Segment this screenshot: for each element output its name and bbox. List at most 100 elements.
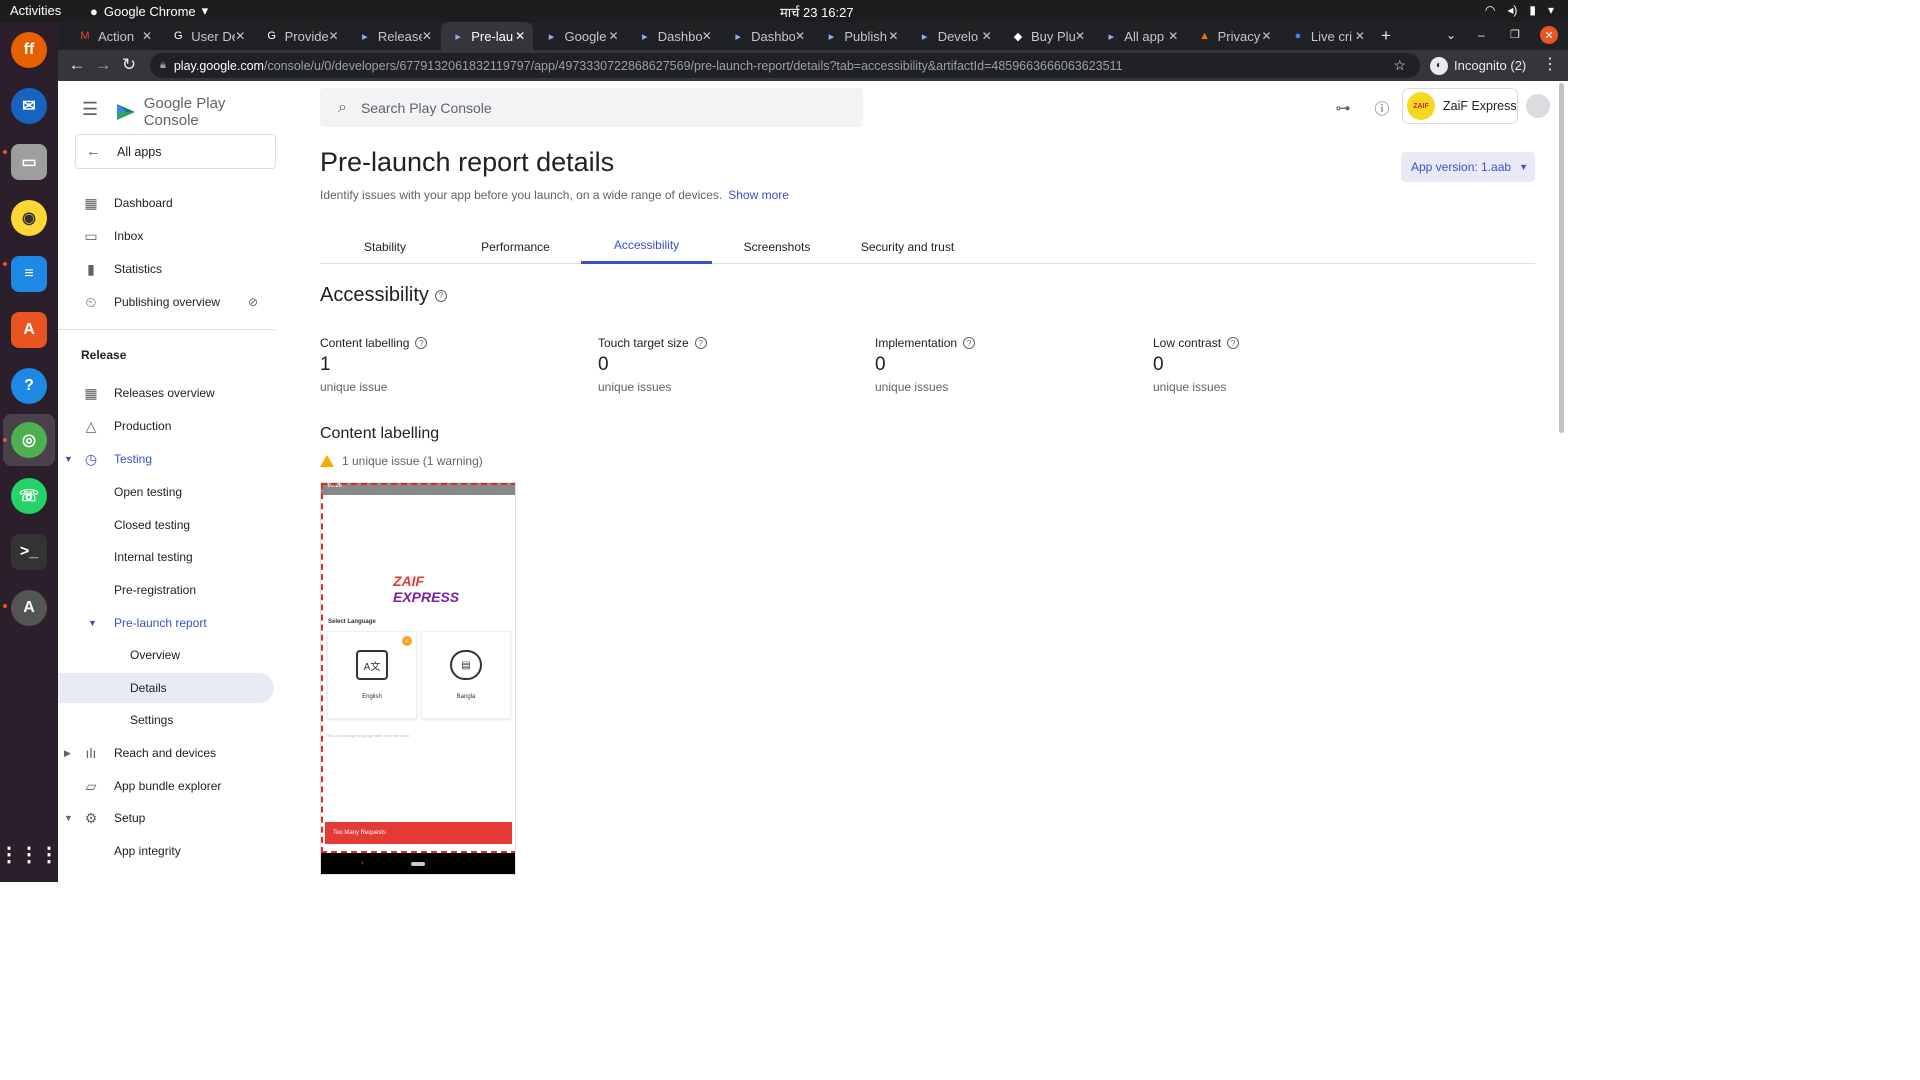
chrome-menu-icon[interactable]: ⋮ [1542,54,1558,74]
close-icon[interactable]: ✕ [888,29,898,43]
system-tray[interactable]: ◠ ◂) ▮ ▾ [1485,3,1554,17]
url-bar[interactable]: 🔒︎ play.google.com/console/u/0/developer… [150,53,1420,78]
nav-pre-registration[interactable]: Pre-registration [58,575,274,605]
close-icon[interactable]: ✕ [702,29,712,43]
app-version-dropdown[interactable]: App version: 1.aab ▼ [1401,152,1535,182]
writer-icon[interactable]: ≡ [11,256,47,292]
close-icon[interactable]: ✕ [422,29,432,43]
close-icon[interactable]: ✕ [235,29,245,43]
brand-logo[interactable]: Google Play Console [114,95,283,129]
browser-tab[interactable]: ◆ Buy Plu ✕ [1001,22,1093,50]
close-icon[interactable]: ✕ [1355,29,1365,43]
tab-search-icon[interactable]: ⌄ [1446,28,1456,42]
help-icon[interactable]: ? [694,337,707,349]
browser-tab[interactable]: ▸ Publish ✕ [814,22,906,50]
nav-releases-overview[interactable]: ▦ Releases overview [58,378,274,408]
search-input[interactable]: ⌕ Search Play Console [320,88,863,127]
updater-icon[interactable]: A [11,590,47,626]
reload-icon[interactable]: ↻ [118,54,140,76]
help-icon[interactable]: ? [434,289,447,302]
browser-tab[interactable]: M Action ✕ [68,22,160,50]
browser-tab[interactable]: ▸ Release ✕ [348,22,440,50]
caret-right-icon[interactable]: ▶ [64,748,71,759]
nav-details[interactable]: Details [58,673,274,703]
app-menu[interactable]: ● Google Chrome ▾ [90,3,208,19]
browser-tab[interactable]: ▸ Dashbo ✕ [721,22,813,50]
close-icon[interactable]: ✕ [608,29,618,43]
clock[interactable]: मार्च 23 16:27 [780,3,854,21]
chrome-dock-icon[interactable]: ◎ [11,422,47,458]
help-icon[interactable]: ? [1227,337,1240,349]
help-icon[interactable]: ? [415,337,428,349]
lock-icon[interactable]: 🔒︎ [160,59,166,72]
scrollbar-thumb[interactable] [1559,83,1564,433]
back-icon[interactable]: ← [66,54,88,76]
nav-reach-and-devices[interactable]: ▶ ılı Reach and devices [58,738,274,768]
nav-overview[interactable]: Overview [58,640,274,670]
hamburger-menu-icon[interactable]: ☰ [82,99,98,120]
all-apps-button[interactable]: ← All apps [75,134,276,169]
tab-screenshots[interactable]: Screenshots [712,229,842,264]
browser-tab[interactable]: G User De ✕ [161,22,253,50]
browser-tab[interactable]: ▸ Dashbo ✕ [628,22,720,50]
nav-app-bundle-explorer[interactable]: ▱ App bundle explorer [58,771,274,801]
avatar[interactable] [1526,94,1550,118]
caret-down-icon[interactable]: ▼ [64,454,73,464]
browser-tab[interactable]: ▸ All app ✕ [1094,22,1186,50]
link-icon[interactable]: ⊶ [1332,97,1354,119]
tab-accessibility[interactable]: Accessibility [581,229,712,264]
browser-tab[interactable]: ▸ Develo ✕ [908,22,1000,50]
browser-tab[interactable]: G Provide ✕ [255,22,347,50]
activities-button[interactable]: Activities [10,3,61,18]
close-icon[interactable]: ✕ [1262,29,1272,43]
nav-closed-testing[interactable]: Closed testing [58,510,274,540]
close-icon[interactable]: ✕ [1075,29,1085,43]
browser-tab[interactable]: ▸ Pre-lau ✕ [441,22,534,50]
help-icon[interactable]: ? [11,368,47,404]
close-icon[interactable]: ✕ [329,29,339,43]
tab-security-and-trust[interactable]: Security and trust [842,229,973,264]
browser-tab[interactable]: ▸ Google ✕ [535,22,627,50]
close-icon[interactable]: ✕ [982,29,992,43]
nav-setup[interactable]: ▼ ⚙ Setup [58,803,274,833]
caret-down-icon[interactable]: ▼ [64,813,73,823]
issue-screenshot[interactable]: 10:28 ZAIF EXPRESS Select Language A文 En… [320,482,516,875]
firefox-icon[interactable]: ff [11,32,47,68]
nav-settings[interactable]: Settings [58,705,274,735]
nav-production[interactable]: △ Production [58,411,274,441]
files-icon[interactable]: ▭ [11,144,47,180]
bookmark-star-icon[interactable]: ☆ [1393,57,1406,74]
show-more-link[interactable]: Show more [728,188,789,202]
software-center-icon[interactable]: A [11,312,47,348]
rhythmbox-icon[interactable]: ◉ [11,200,47,236]
nav-app-integrity[interactable]: App integrity [58,836,274,866]
caret-down-icon[interactable]: ▼ [88,618,97,628]
nav-internal-testing[interactable]: Internal testing [58,542,274,572]
terminal-icon[interactable]: >_ [11,534,47,570]
browser-tab[interactable]: ● Live cri ✕ [1281,22,1373,50]
help-circle-icon[interactable]: ⓘ [1371,97,1393,119]
close-window-button[interactable]: ✕ [1540,26,1558,44]
close-icon[interactable]: ✕ [142,29,152,43]
incognito-indicator[interactable]: ◐ Incognito (2) [1430,53,1526,78]
thunderbird-icon[interactable]: ✉ [11,88,47,124]
restore-button[interactable]: ❐ [1510,28,1520,41]
help-icon[interactable]: ? [963,337,976,349]
nav-pre-launch-report[interactable]: ▼ Pre-launch report [58,608,274,638]
nav-inbox[interactable]: ▭ Inbox [58,221,274,251]
nav-statistics[interactable]: ▮ Statistics [58,254,274,284]
developer-account-selector[interactable]: ZAIF ZaiF Express [1402,88,1518,124]
nav-publishing-overview[interactable]: ⏲ Publishing overview ⊘ [58,287,274,317]
browser-tab[interactable]: ▲ Privacy ✕ [1188,22,1280,50]
new-tab-button[interactable]: + [1381,26,1391,46]
close-icon[interactable]: ✕ [795,29,805,43]
tab-stability[interactable]: Stability [320,229,450,264]
show-apps-icon[interactable]: ⋮⋮⋮ [0,836,59,872]
nav-testing[interactable]: ▼ ◷ Testing [58,444,274,474]
close-icon[interactable]: ✕ [515,29,525,43]
forward-icon[interactable]: → [92,54,114,76]
nav-dashboard[interactable]: ▦ Dashboard [58,188,274,218]
whatsapp-icon[interactable]: ☏ [11,478,47,514]
nav-open-testing[interactable]: Open testing [58,477,274,507]
close-icon[interactable]: ✕ [1168,29,1178,43]
